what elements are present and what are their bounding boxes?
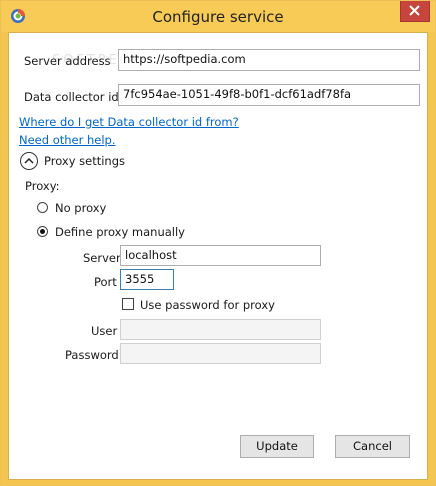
proxy-password-label: Password <box>65 348 119 362</box>
manual-proxy-label[interactable]: Define proxy manually <box>55 225 185 239</box>
proxy-label: Proxy: <box>25 179 60 193</box>
dialog-window: Configure service SOFTPEDIA Server addre… <box>0 0 436 486</box>
window-title: Configure service <box>152 8 284 26</box>
proxy-user-input[interactable] <box>120 319 321 340</box>
where-collector-id-link[interactable]: Where do I get Data collector id from? <box>19 115 239 129</box>
proxy-password-input[interactable] <box>120 343 321 364</box>
data-collector-label: Data collector id <box>24 90 119 104</box>
chevron-up-icon <box>24 157 34 164</box>
proxy-server-input[interactable]: localhost <box>120 245 321 266</box>
dialog-client-area: SOFTPEDIA Server address https://softped… <box>8 32 428 480</box>
proxy-port-input[interactable]: 3555 <box>120 269 174 290</box>
proxy-port-label: Port <box>94 275 117 289</box>
use-password-label[interactable]: Use password for proxy <box>140 298 275 312</box>
cancel-button[interactable]: Cancel <box>335 435 410 458</box>
update-button[interactable]: Update <box>240 435 314 458</box>
need-help-link[interactable]: Need other help. <box>19 133 116 147</box>
no-proxy-radio[interactable] <box>37 202 48 213</box>
manual-proxy-radio[interactable] <box>37 226 48 237</box>
proxy-server-label: Server <box>83 251 121 265</box>
title-bar[interactable]: Configure service <box>1 1 435 32</box>
no-proxy-label[interactable]: No proxy <box>55 201 106 215</box>
close-icon <box>409 5 420 16</box>
server-address-label: Server address <box>24 54 111 68</box>
proxy-user-label: User <box>91 324 118 338</box>
close-button[interactable] <box>400 1 430 22</box>
data-collector-input[interactable]: 7fc954ae-1051-49f8-b0f1-dcf61adf78fa <box>118 84 420 106</box>
use-password-checkbox[interactable] <box>122 298 134 310</box>
proxy-settings-expander[interactable] <box>20 152 38 170</box>
server-address-input[interactable]: https://softpedia.com <box>118 49 420 71</box>
proxy-settings-label: Proxy settings <box>44 154 126 168</box>
